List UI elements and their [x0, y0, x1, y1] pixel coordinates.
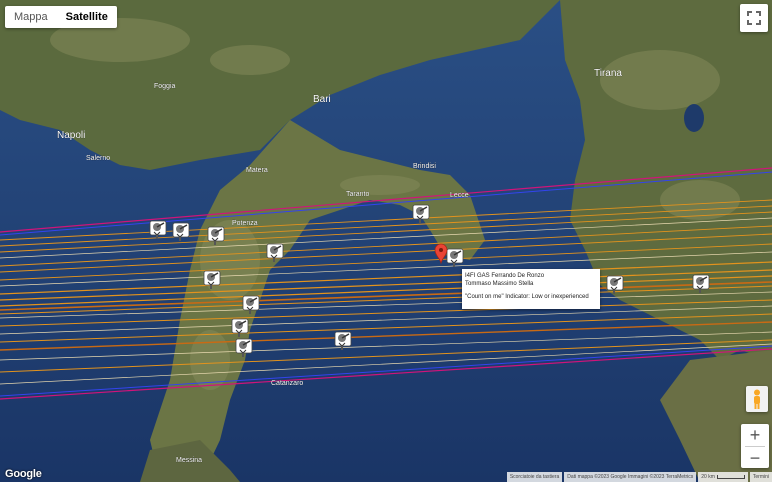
map-type-control: Mappa Satellite	[5, 6, 117, 28]
pegman-icon	[754, 389, 760, 409]
google-logo: Google	[5, 468, 42, 480]
city-label: Lecce	[450, 192, 469, 199]
map-type-satellite-button[interactable]: Satellite	[57, 6, 117, 28]
city-label: Foggia	[154, 83, 176, 90]
scale-indicator[interactable]: 20 km	[698, 472, 748, 482]
scale-label: 20 km	[701, 474, 715, 480]
info-operator: Tommaso Massimo Stella	[465, 281, 534, 287]
city-label: Messina	[176, 457, 202, 464]
map-data-credit[interactable]: Dati mappa ©2023 Google Immagini ©2023 T…	[564, 472, 697, 482]
city-label: Brindisi	[413, 163, 436, 170]
city-label: Matera	[246, 167, 268, 174]
info-callsign: I4FI GAS Ferrando De Ronzo	[465, 273, 545, 279]
info-indicator: "Count on me" Indicator: Low or inexperi…	[465, 294, 589, 300]
lake-ohrid	[684, 104, 704, 132]
city-label: Catanzaro	[271, 380, 303, 387]
map-type-map-button[interactable]: Mappa	[5, 6, 57, 28]
city-label: Tirana	[594, 68, 622, 79]
fullscreen-icon	[747, 11, 761, 25]
info-window[interactable]: I4FI GAS Ferrando De Ronzo Tommaso Massi…	[462, 269, 600, 309]
fullscreen-button[interactable]	[740, 4, 768, 32]
terms-link[interactable]: Termini	[749, 472, 772, 482]
city-label: Taranto	[346, 191, 369, 198]
zoom-control: + −	[741, 424, 769, 468]
city-label: Napoli	[57, 130, 85, 141]
scale-bar	[716, 474, 745, 479]
city-label: Bari	[313, 94, 331, 105]
city-label: Potenza	[232, 220, 258, 227]
city-label: Salerno	[86, 155, 110, 162]
zoom-out-button[interactable]: −	[741, 447, 769, 469]
satellite-map[interactable]: Bari Napoli Brindisi Tirana Salerno Potenza Ta…	[0, 0, 772, 482]
attribution-bar: Scorciatoie da tastiera Dati mappa ©2023…	[505, 472, 772, 482]
pegman-button[interactable]	[746, 386, 768, 412]
zoom-in-button[interactable]: +	[741, 424, 769, 446]
keyboard-shortcuts-link[interactable]: Scorciatoie da tastiera	[506, 472, 563, 482]
